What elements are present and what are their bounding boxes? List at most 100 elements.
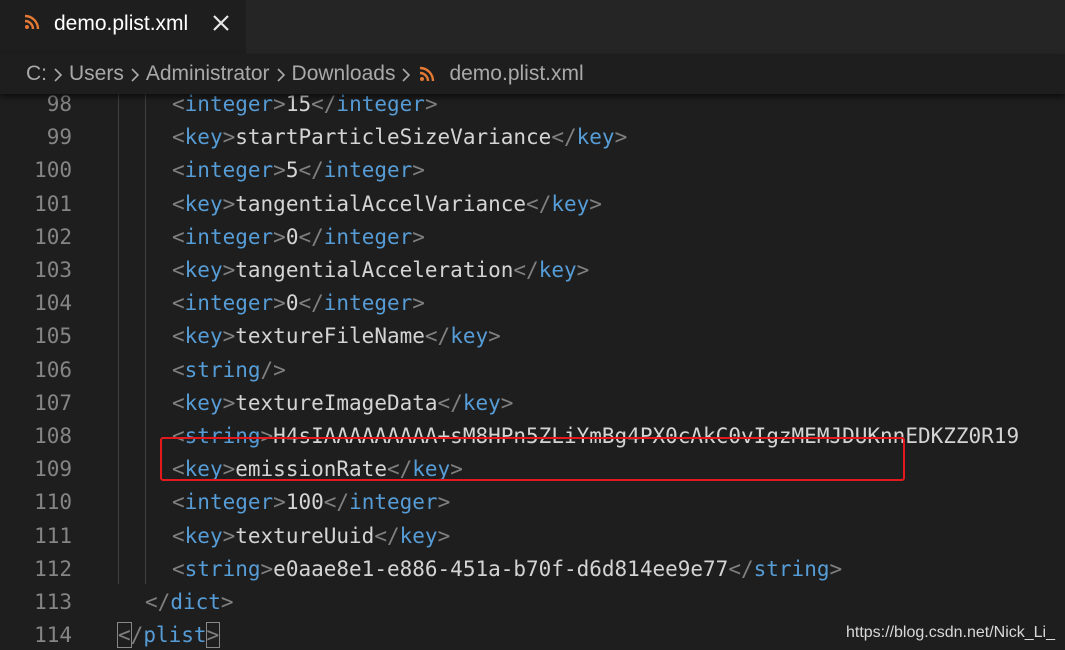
code-editor[interactable]: 98 <integer>15</integer> 99 <key>startParti…: [0, 94, 1065, 650]
tag-bracket: >: [222, 258, 236, 282]
tag-bracket: >: [437, 490, 451, 515]
tag-bracket: >: [220, 590, 234, 614]
tag-name: key: [576, 125, 615, 150]
tag-bracket: >: [829, 556, 843, 581]
code-line[interactable]: 107 <key>textureImageData</key>: [0, 387, 1065, 420]
tag-bracket: </: [728, 556, 754, 581]
line-number: 112: [34, 556, 72, 581]
tag-name: key: [462, 390, 501, 415]
editor-tab-demo-plist[interactable]: demo.plist.xml: [0, 0, 246, 54]
tag-bracket: >: [500, 390, 514, 415]
tag-name: integer: [184, 94, 274, 116]
line-number: 108: [34, 424, 72, 448]
code-line[interactable]: 113 </dict>: [0, 586, 1065, 619]
tag-name: key: [551, 191, 590, 216]
tag-bracket: >: [273, 158, 286, 183]
tag-bracket: >: [205, 622, 221, 649]
line-number: 111: [34, 523, 72, 548]
tag-bracket: />: [260, 357, 286, 382]
tag-name: key: [184, 390, 223, 415]
close-icon[interactable]: [210, 12, 232, 34]
tag-bracket: </: [437, 390, 463, 415]
line-number: 114: [34, 623, 72, 648]
tag-bracket: <: [172, 94, 185, 116]
chevron-right-icon: [276, 68, 285, 82]
tag-bracket: >: [488, 324, 501, 349]
code-line[interactable]: 103 <key>tangentialAcceleration</key>: [0, 254, 1065, 287]
code-line[interactable]: 100 <integer>5</integer>: [0, 154, 1065, 187]
tab-title: demo.plist.xml: [54, 12, 189, 35]
tag-name: key: [184, 324, 223, 349]
line-number: 106: [34, 357, 72, 382]
code-content: <integer>0</integer>: [172, 221, 425, 254]
watermark: https://blog.csdn.net/Nick_Li_: [845, 624, 1055, 641]
tag-name: string: [753, 556, 830, 581]
code-line[interactable]: 105 <key>textureFileName</key>: [0, 320, 1065, 353]
tag-name: integer: [336, 94, 425, 116]
breadcrumb-file-label: demo.plist.xml: [449, 62, 584, 85]
tag-bracket: >: [273, 490, 286, 515]
tag-bracket: </: [374, 523, 400, 548]
tag-value: 0: [285, 224, 299, 249]
code-line[interactable]: 112 <string>e0aae8e1-e886-451a-b70f-d6d81…: [0, 553, 1065, 586]
tag-name: integer: [184, 490, 274, 515]
tag-bracket: <: [172, 324, 185, 349]
code-line[interactable]: 111 <key>textureUuid</key>: [0, 520, 1065, 553]
breadcrumb-item-administrator[interactable]: Administrator: [146, 62, 270, 86]
rss-icon: [420, 66, 435, 82]
code-line[interactable]: 102 <integer>0</integer>: [0, 221, 1065, 254]
code-content: <integer>15</integer>: [172, 94, 438, 121]
tag-name: integer: [323, 224, 413, 249]
breadcrumb-item-downloads[interactable]: Downloads: [292, 62, 396, 86]
code-line[interactable]: 99 <key>startParticleSizeVariance</key>: [0, 121, 1065, 154]
chevron-right-icon: [131, 68, 139, 82]
tag-bracket: <: [172, 224, 185, 249]
code-content: <key>tangentialAccelVariance</key>: [172, 188, 602, 221]
tag-value: tangentialAcceleration: [235, 258, 514, 282]
tag-name: key: [184, 258, 223, 282]
tag-name: plist: [143, 623, 207, 648]
tag-bracket: <: [117, 622, 132, 649]
tag-name: key: [184, 191, 223, 216]
code-line[interactable]: 104 <integer>0</integer>: [0, 287, 1065, 320]
code-content: <key>textureUuid</key>: [172, 520, 450, 553]
tag-bracket: >: [273, 224, 286, 249]
code-line[interactable]: 106 <string/>: [0, 354, 1065, 387]
tag-bracket: >: [260, 556, 274, 581]
code-content: <key>textureFileName</key>: [172, 320, 501, 353]
code-content: <integer>0</integer>: [172, 287, 425, 320]
chevron-right-icon: [402, 68, 411, 82]
tag-bracket: <: [172, 523, 185, 548]
code-line[interactable]: 110 <integer>100</integer>: [0, 486, 1065, 519]
tag-bracket: >: [273, 94, 286, 116]
tag-name: integer: [323, 291, 413, 316]
breadcrumb-item-file[interactable]: demo.plist.xml: [417, 62, 584, 86]
tag-bracket: </: [311, 94, 337, 116]
tag-bracket: </: [513, 258, 539, 282]
code-line[interactable]: 101 <key>tangentialAccelVariance</key>: [0, 188, 1065, 221]
code-content: <integer>100</integer>: [172, 486, 450, 519]
tag-bracket: >: [424, 94, 438, 116]
breadcrumb-item-users[interactable]: Users: [69, 62, 124, 86]
tag-bracket: </: [526, 191, 552, 216]
line-number: 105: [34, 324, 72, 349]
tag-bracket: >: [412, 158, 425, 183]
breadcrumb-item-drive[interactable]: C:: [26, 62, 47, 86]
tag-name: integer: [184, 158, 274, 183]
tag-value: 15: [285, 94, 312, 116]
tag-value: startParticleSizeVariance: [235, 125, 552, 150]
tag-name: integer: [184, 224, 274, 249]
tag-bracket: </: [298, 291, 324, 316]
tag-bracket: >: [222, 125, 236, 150]
chevron-right-icon: [54, 68, 63, 82]
code-line[interactable]: 98 <integer>15</integer>: [0, 94, 1065, 121]
highlight-annotation-box: [160, 437, 905, 481]
tag-bracket: >: [222, 390, 236, 415]
tag-bracket: <: [172, 390, 185, 415]
tag-bracket: <: [172, 191, 185, 216]
tag-name: integer: [323, 158, 413, 183]
tag-bracket: </: [298, 224, 324, 249]
tag-bracket: /: [130, 623, 144, 648]
tag-bracket: >: [222, 324, 236, 349]
tag-name: key: [399, 523, 438, 548]
